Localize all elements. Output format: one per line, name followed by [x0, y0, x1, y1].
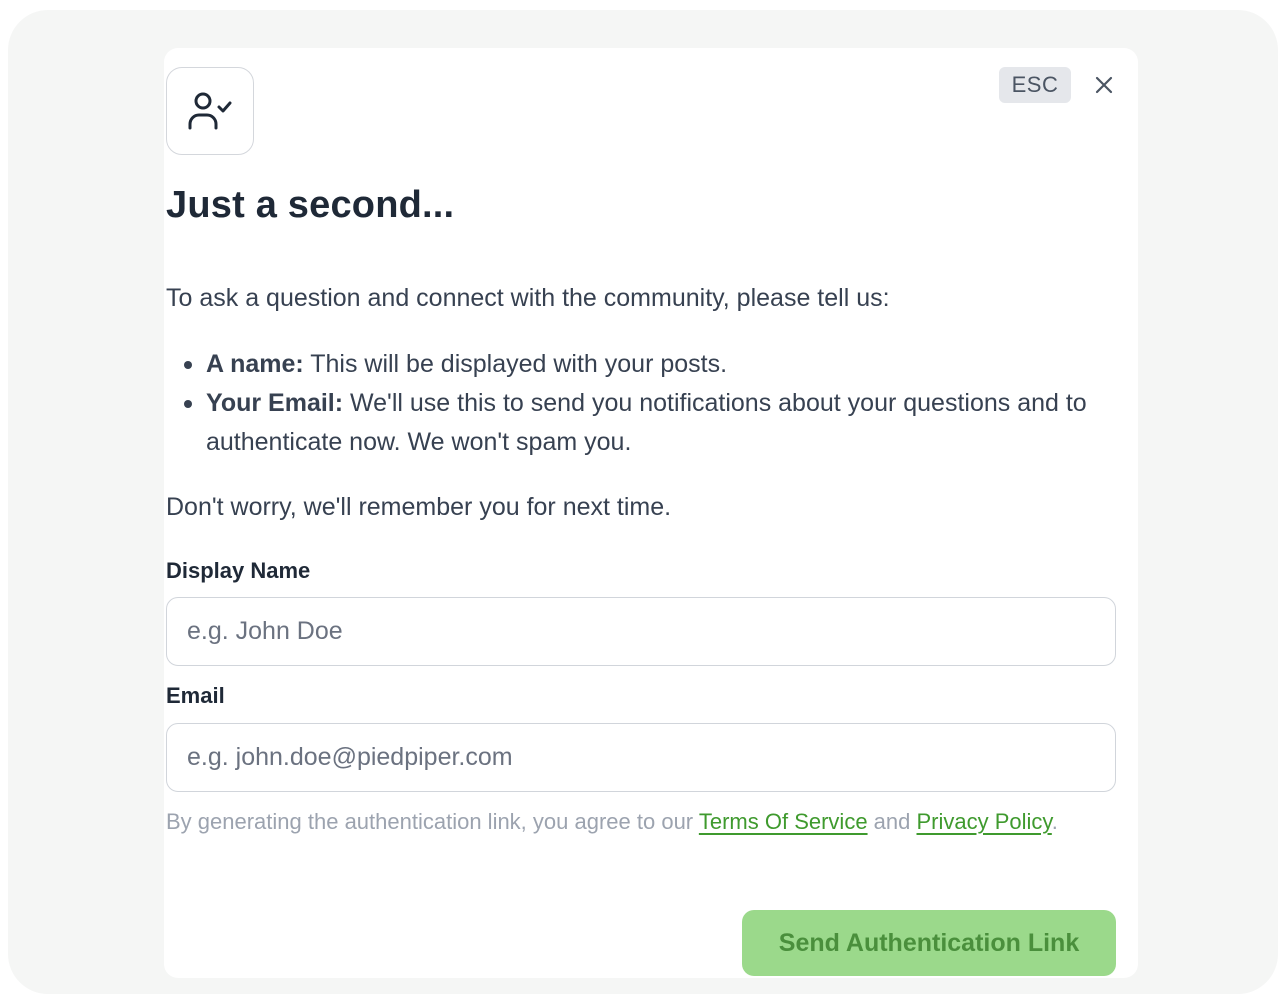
send-authentication-link-button[interactable]: Send Authentication Link: [742, 910, 1116, 976]
display-name-input[interactable]: [166, 597, 1116, 666]
intro-text: To ask a question and connect with the c…: [166, 284, 890, 312]
list-item-term: Your Email:: [206, 389, 344, 417]
list-item: Your Email: We'll use this to send you n…: [166, 384, 1116, 462]
terms-of-service-link[interactable]: Terms Of Service: [699, 809, 868, 834]
requirements-list: A name: This will be displayed with your…: [166, 345, 1116, 462]
dialog-title: Just a second...: [166, 184, 455, 226]
display-name-label: Display Name: [166, 558, 311, 583]
user-check-icon: [188, 92, 232, 130]
legal-suffix: .: [1051, 809, 1058, 834]
close-button[interactable]: [1090, 71, 1118, 99]
legal-notice: By generating the authentication link, y…: [166, 805, 1116, 838]
privacy-policy-link[interactable]: Privacy Policy: [917, 809, 1052, 834]
auth-dialog: ESC Just a second... To ask a question a…: [164, 48, 1138, 978]
esc-badge: ESC: [999, 67, 1071, 103]
email-label: Email: [166, 683, 225, 708]
legal-prefix: By generating the authentication link, y…: [166, 809, 699, 834]
list-item-text: This will be displayed with your posts.: [303, 350, 728, 378]
list-item-term: A name:: [206, 350, 304, 378]
close-icon: [1095, 76, 1113, 94]
backdrop: ESC Just a second... To ask a question a…: [8, 10, 1278, 994]
email-input[interactable]: [166, 723, 1116, 792]
legal-middle: and: [867, 809, 917, 834]
list-item: A name: This will be displayed with your…: [166, 345, 1116, 384]
remember-text: Don't worry, we'll remember you for next…: [166, 493, 672, 521]
dialog-icon-tile: [166, 67, 254, 155]
